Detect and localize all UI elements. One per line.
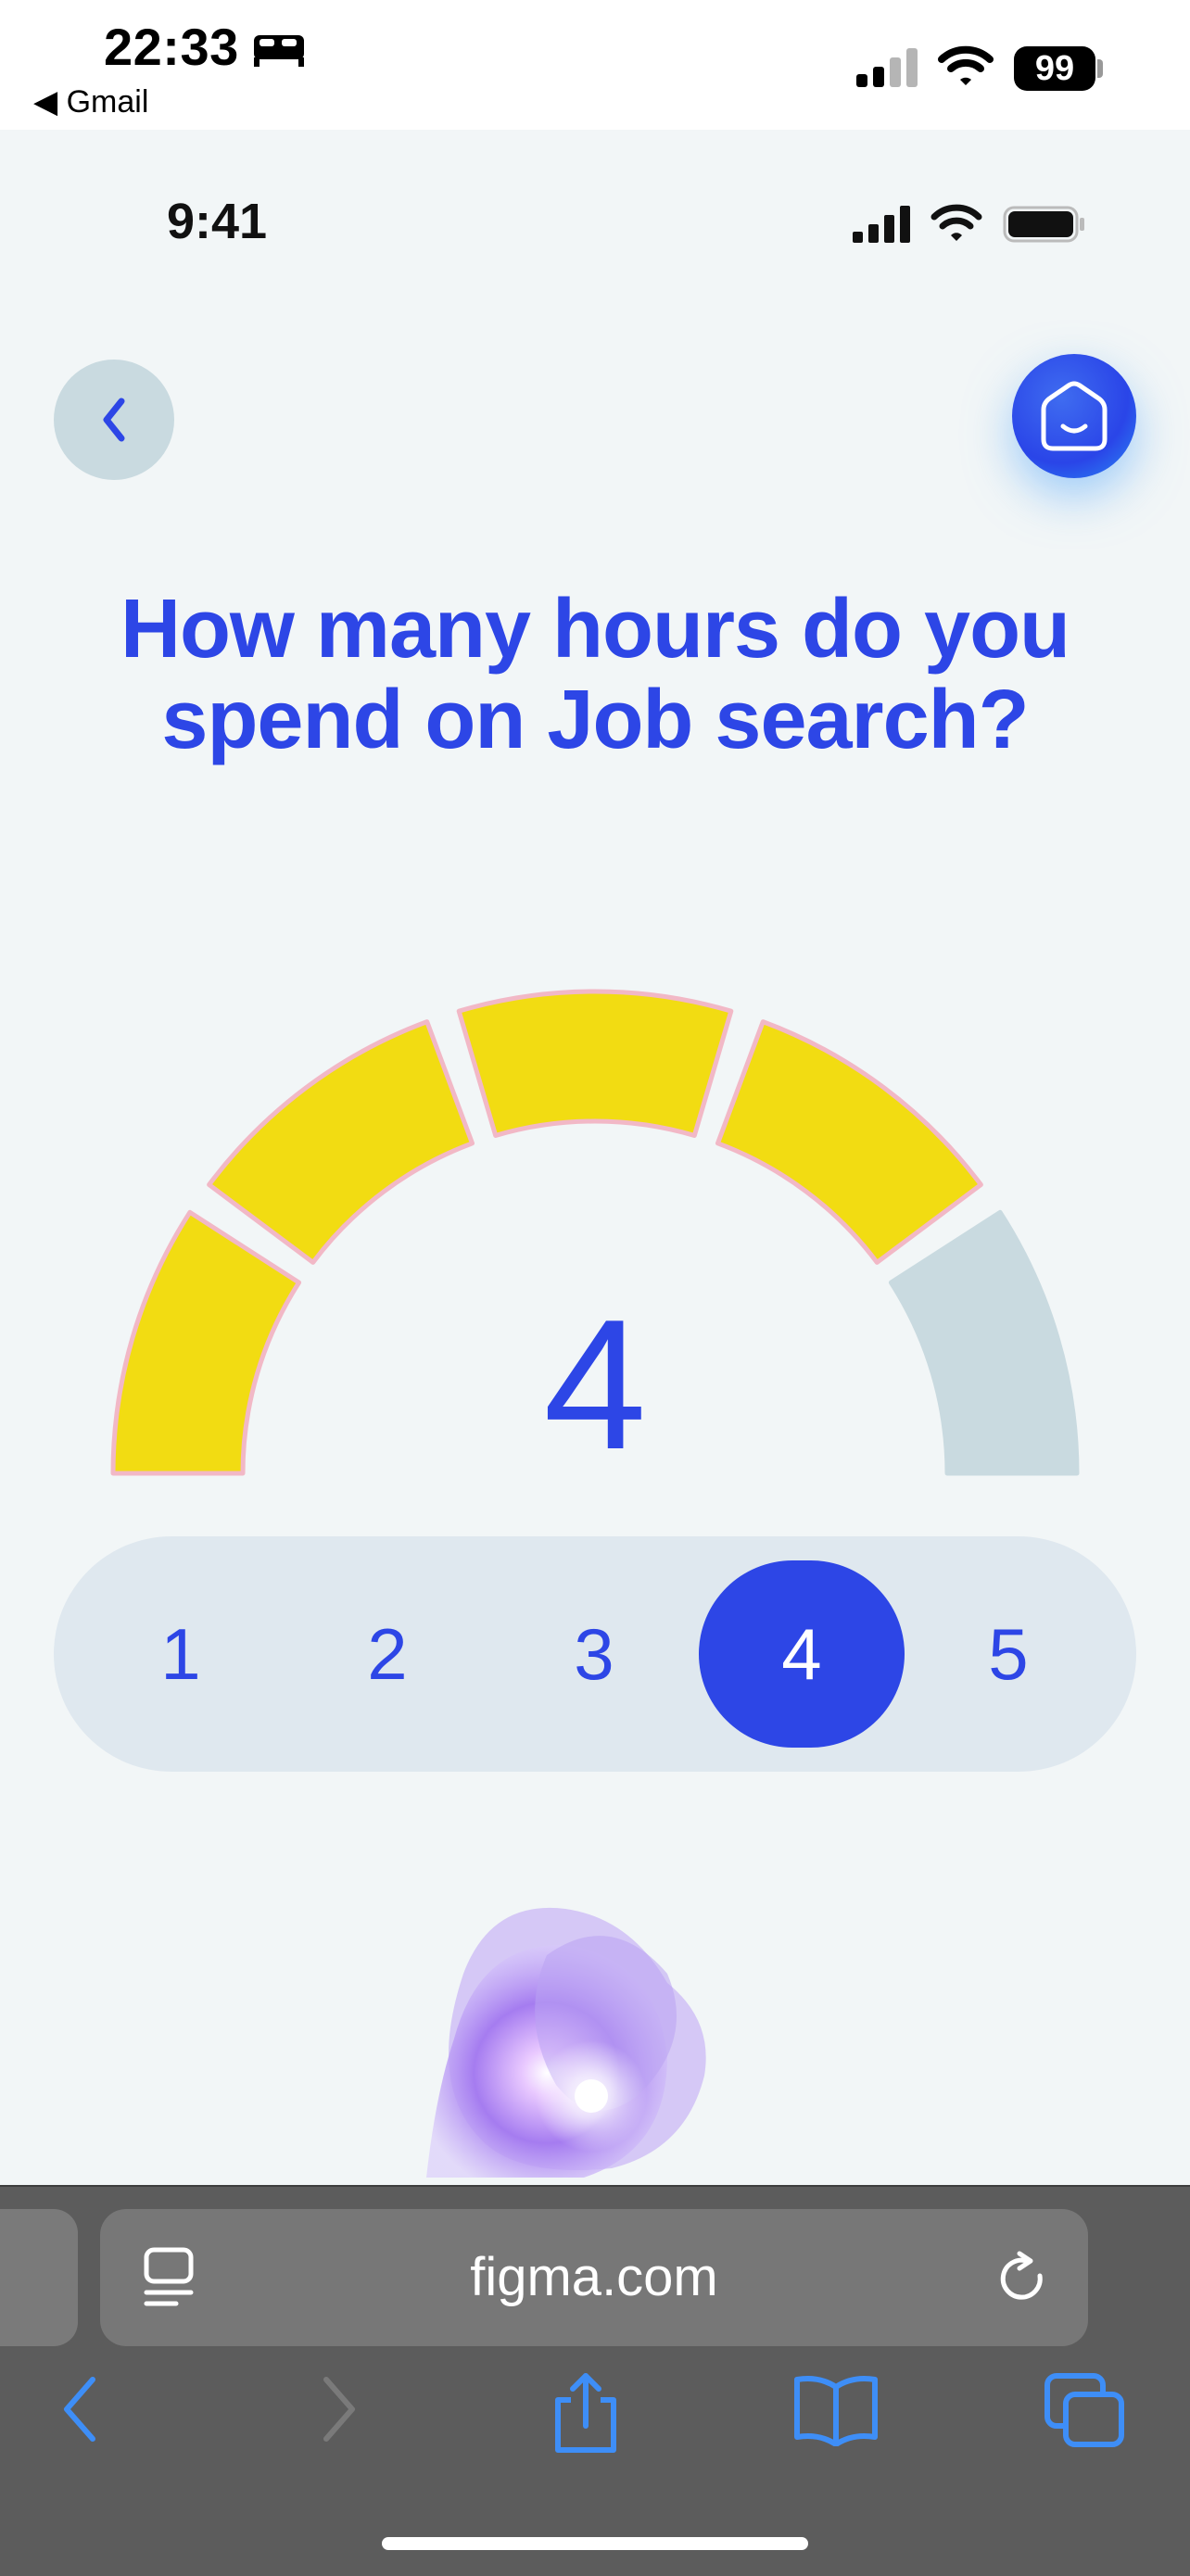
wifi-icon	[938, 45, 994, 85]
home-smile-icon	[1041, 381, 1108, 451]
browser-back-icon[interactable]	[57, 2372, 104, 2446]
page-menu-icon[interactable]	[141, 2246, 196, 2309]
option-5[interactable]: 5	[905, 1560, 1111, 1748]
home-indicator	[382, 2537, 808, 2550]
question-line-2: spend on Job search?	[161, 674, 1029, 766]
chevron-left-icon	[103, 398, 125, 442]
prototype-battery-icon	[1003, 206, 1084, 243]
option-1[interactable]: 1	[78, 1560, 284, 1748]
reload-icon[interactable]	[994, 2250, 1053, 2309]
home-button[interactable]	[1012, 354, 1136, 478]
gauge-segment-3	[456, 989, 734, 1138]
gauge-value: 4	[543, 1282, 647, 1488]
cellular-signal-icon	[856, 48, 918, 87]
gauge-segment-2	[207, 1019, 475, 1265]
option-2[interactable]: 2	[285, 1560, 490, 1748]
battery-tip	[1097, 59, 1103, 78]
back-button[interactable]	[54, 360, 174, 480]
share-icon[interactable]	[549, 2372, 623, 2456]
browser-forward-icon[interactable]	[315, 2372, 361, 2446]
prototype-signal-icon	[853, 206, 910, 243]
previous-tab-preview[interactable]	[0, 2209, 78, 2346]
gauge-segment-4	[715, 1019, 983, 1265]
battery-indicator: 99	[1014, 46, 1095, 91]
option-3[interactable]: 3	[491, 1560, 697, 1748]
question-line-1: How many hours do you	[120, 583, 1070, 676]
prototype-time: 9:41	[167, 194, 268, 249]
address-bar-url[interactable]: figma.com	[100, 2209, 1088, 2346]
tabs-icon[interactable]	[1044, 2372, 1127, 2450]
system-time: 22:33	[104, 18, 239, 76]
prototype-wifi-icon	[930, 204, 982, 241]
assistant-orb-image	[426, 1907, 706, 2178]
question-heading: How many hours do you spend on Job searc…	[93, 584, 1097, 765]
bookmarks-icon[interactable]	[791, 2372, 880, 2446]
option-4[interactable]: 4	[699, 1560, 905, 1748]
sleep-focus-icon	[254, 35, 304, 67]
back-to-app-link[interactable]: ◀ Gmail	[33, 83, 148, 120]
